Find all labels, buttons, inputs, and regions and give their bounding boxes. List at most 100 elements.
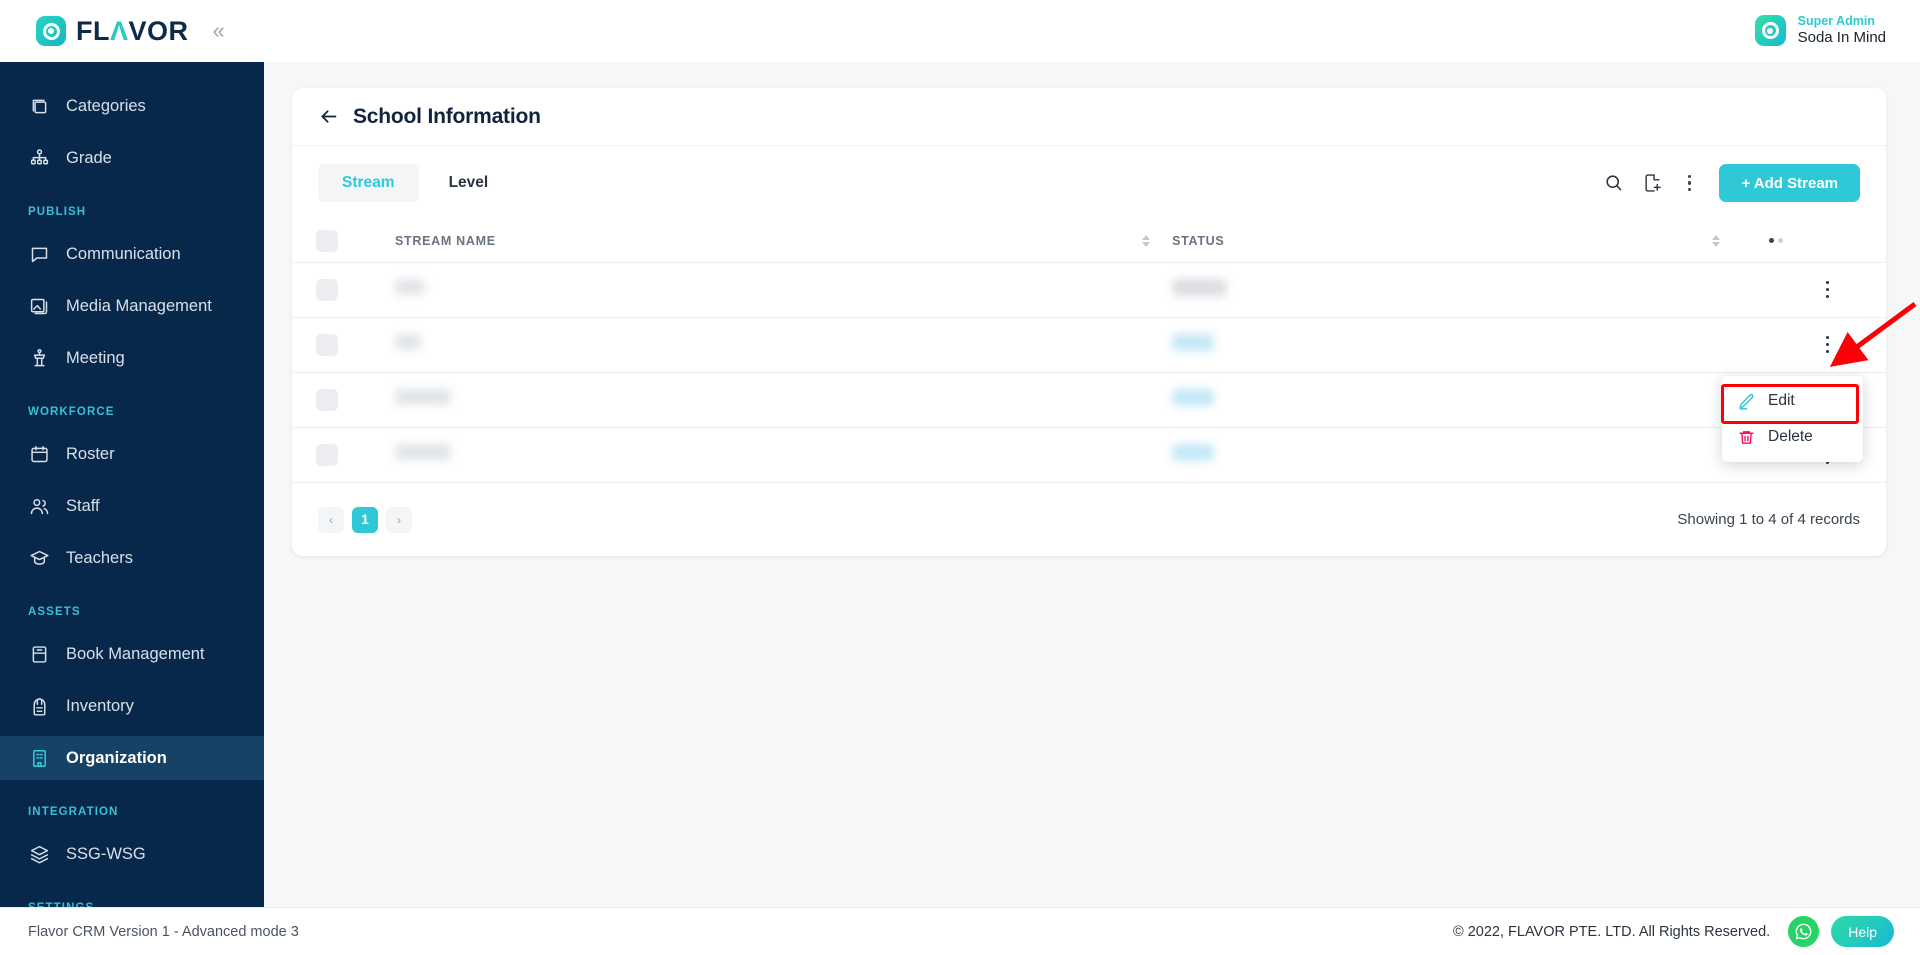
- col-stream-name-sort: [1121, 220, 1172, 262]
- row-select-cell: [292, 427, 395, 482]
- backpack-icon: [28, 695, 50, 717]
- col-status: STATUS: [1172, 220, 1664, 262]
- records-summary: Showing 1 to 4 of 4 records: [1677, 511, 1860, 528]
- footer: Flavor CRM Version 1 - Advanced mode 3 ©…: [0, 907, 1920, 955]
- sidebar-item-inventory[interactable]: Inventory: [0, 684, 264, 728]
- col-status-label: STATUS: [1172, 233, 1225, 248]
- sidebar-item-staff[interactable]: Staff: [0, 484, 264, 528]
- user-name: Soda In Mind: [1797, 29, 1886, 47]
- row-kebab-menu-icon[interactable]: [1769, 335, 1886, 354]
- table-row[interactable]: [292, 427, 1886, 482]
- sidebar-item-media-management[interactable]: Media Management: [0, 284, 264, 328]
- sidebar-item-clipped[interactable]: [0, 62, 264, 84]
- sort-icon-stream-name[interactable]: [1121, 234, 1172, 247]
- sidebar-item-meeting[interactable]: Meeting: [0, 336, 264, 380]
- search-icon[interactable]: [1604, 173, 1623, 192]
- whatsapp-icon[interactable]: [1788, 916, 1820, 947]
- toolbar-icons: [1604, 173, 1697, 193]
- sidebar-item-teachers[interactable]: Teachers: [0, 536, 264, 580]
- grade-hierarchy-icon: [28, 147, 50, 169]
- export-document-icon[interactable]: [1643, 173, 1662, 193]
- row-status: [1172, 317, 1664, 372]
- media-image-icon: [28, 295, 50, 317]
- page-title: School Information: [353, 104, 541, 128]
- row-status: [1172, 262, 1664, 317]
- stream-name-value: [394, 444, 451, 461]
- select-all-cell: [292, 220, 395, 262]
- tab-stream[interactable]: Stream: [318, 164, 419, 202]
- brand-part-3: VOR: [128, 15, 189, 46]
- pagination-next[interactable]: ›: [386, 506, 412, 533]
- streams-table: STREAM NAME STATUS: [292, 220, 1886, 482]
- row-select-cell: [292, 262, 395, 317]
- row-stream-name: [394, 427, 1121, 482]
- app-root: FLΛVOR « Super Admin Soda In Mind Catego…: [0, 0, 1920, 955]
- user-text: Super Admin Soda In Mind: [1798, 14, 1886, 48]
- help-button[interactable]: Help: [1831, 916, 1894, 947]
- footer-version: Flavor CRM Version 1 - Advanced mode 3: [28, 923, 299, 940]
- footer-copyright: © 2022, FLAVOR PTE. LTD. All Rights Rese…: [1453, 923, 1771, 940]
- add-stream-button[interactable]: + Add Stream: [1719, 164, 1860, 202]
- arrow-left-icon[interactable]: [318, 106, 339, 127]
- col-stream-name: STREAM NAME: [395, 220, 1121, 262]
- sidebar-section-publish: PUBLISH: [28, 206, 87, 218]
- row-checkbox[interactable]: [316, 278, 338, 301]
- sidebar-item-label: Categories: [66, 96, 146, 115]
- sidebar-item-book-management[interactable]: Book Management: [0, 632, 264, 676]
- sidebar-item-organization[interactable]: Organization: [0, 736, 264, 780]
- brand-zone: FLΛVOR «: [0, 0, 264, 62]
- context-menu-item-delete[interactable]: Delete: [1722, 419, 1863, 455]
- sidebar-item-label: Media Management: [66, 296, 212, 315]
- user-profile[interactable]: Super Admin Soda In Mind: [1754, 14, 1920, 48]
- sidebar-item-categories[interactable]: Categories: [0, 84, 264, 128]
- pagination: ‹ 1 ›: [318, 506, 412, 533]
- chevron-double-left-icon[interactable]: «: [213, 20, 225, 42]
- sidebar-item-label: Teachers: [66, 548, 133, 567]
- boxes-icon: [28, 95, 50, 117]
- row-checkbox[interactable]: [316, 388, 338, 411]
- kebab-menu-icon[interactable]: [1682, 173, 1697, 193]
- sidebar-item-label: Inventory: [66, 696, 134, 715]
- pagination-page[interactable]: 1: [352, 506, 378, 533]
- sidebar-item-communication[interactable]: Communication: [0, 232, 264, 276]
- sidebar-item-ssg-wsg[interactable]: SSG-WSG: [0, 832, 264, 876]
- context-menu-label-delete: Delete: [1768, 428, 1813, 445]
- layers-icon: [28, 843, 50, 865]
- table-row[interactable]: [292, 262, 1886, 317]
- row-spacer-2: [1664, 262, 1769, 317]
- clipped-icon: [28, 62, 50, 84]
- row-spacer-1: [1121, 372, 1172, 427]
- brand-part-2: Λ: [110, 15, 129, 46]
- pagination-prev[interactable]: ‹: [318, 506, 344, 533]
- column-options-icon[interactable]: [1768, 238, 1886, 244]
- row-actions: [1769, 262, 1886, 317]
- row-spacer-2: [1664, 317, 1769, 372]
- podium-icon: [28, 347, 50, 369]
- body-row: Categories Grade PUBLISH Communication Media…: [0, 62, 1920, 907]
- sidebar-section-workforce: WORKFORCE: [28, 406, 115, 418]
- user-role: Super Admin: [1797, 14, 1875, 29]
- row-select-cell: [292, 372, 395, 427]
- school-information-card: School Information Stream Level + Add St…: [292, 88, 1886, 556]
- sort-icon-status[interactable]: [1664, 234, 1769, 247]
- sidebar-item-roster[interactable]: Roster: [0, 432, 264, 476]
- context-menu-item-edit[interactable]: Edit: [1722, 383, 1863, 419]
- row-checkbox[interactable]: [316, 333, 338, 356]
- tab-list: Stream Level: [318, 164, 512, 202]
- sidebar-item-label: Meeting: [66, 348, 125, 367]
- row-checkbox[interactable]: [316, 443, 338, 466]
- status-badge: [1172, 388, 1215, 406]
- col-actions: [1768, 220, 1886, 262]
- sidebar-item-grade[interactable]: Grade: [0, 136, 264, 180]
- row-kebab-menu-icon[interactable]: [1769, 280, 1886, 299]
- row-stream-name: [394, 262, 1121, 317]
- main-scroll: School Information Stream Level + Add St…: [264, 62, 1920, 907]
- status-badge: [1172, 443, 1215, 461]
- select-all-checkbox[interactable]: [316, 229, 338, 252]
- row-stream-name: [394, 317, 1121, 372]
- table-row[interactable]: [292, 317, 1886, 372]
- row-stream-name: [394, 372, 1121, 427]
- pagination-bar: ‹ 1 › Showing 1 to 4 of 4 records: [292, 482, 1886, 556]
- table-row[interactable]: [292, 372, 1886, 427]
- tab-level[interactable]: Level: [425, 164, 513, 202]
